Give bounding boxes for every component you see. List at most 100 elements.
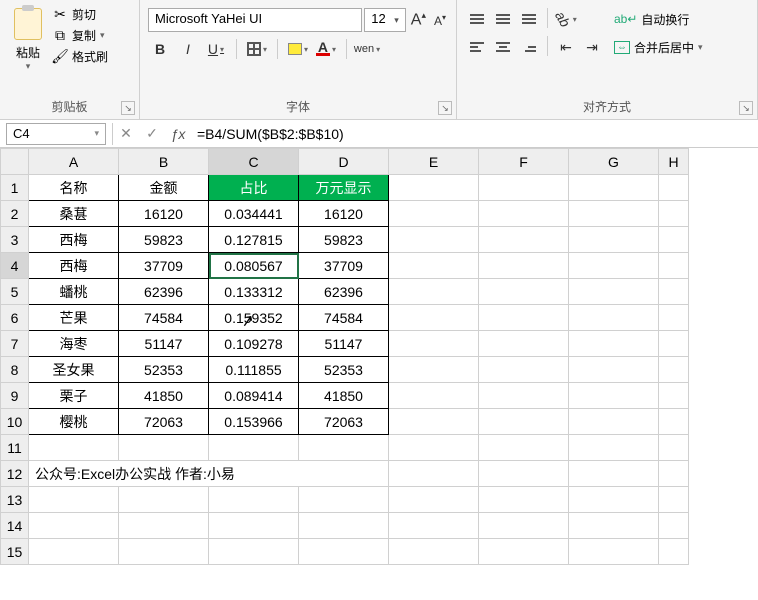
cell-A12[interactable]: 公众号:Excel办公实战 作者:小易 xyxy=(29,461,389,487)
cell-H8[interactable] xyxy=(659,357,689,383)
cell-G8[interactable] xyxy=(569,357,659,383)
cell-G15[interactable] xyxy=(569,539,659,565)
cell-B8[interactable]: 52353 xyxy=(119,357,209,383)
cell-F15[interactable] xyxy=(479,539,569,565)
cell-G6[interactable] xyxy=(569,305,659,331)
cell-A5[interactable]: 蟠桃 xyxy=(29,279,119,305)
cell-E2[interactable] xyxy=(389,201,479,227)
cell-F9[interactable] xyxy=(479,383,569,409)
cell-C3[interactable]: 0.127815 xyxy=(209,227,299,253)
cell-D7[interactable]: 51147 xyxy=(299,331,389,357)
cell-C4[interactable]: 0.080567 xyxy=(209,253,299,279)
cell-H3[interactable] xyxy=(659,227,689,253)
cell-D14[interactable] xyxy=(299,513,389,539)
cell-H9[interactable] xyxy=(659,383,689,409)
cell-C13[interactable] xyxy=(209,487,299,513)
format-painter-button[interactable]: 🖌 格式刷 xyxy=(52,48,108,65)
cell-A1[interactable]: 名称 xyxy=(29,175,119,201)
cell-D13[interactable] xyxy=(299,487,389,513)
cell-H5[interactable] xyxy=(659,279,689,305)
cell-D6[interactable]: 74584 xyxy=(299,305,389,331)
column-header-B[interactable]: B xyxy=(119,149,209,175)
align-top-button[interactable] xyxy=(465,8,489,30)
cell-A6[interactable]: 芒果 xyxy=(29,305,119,331)
italic-button[interactable]: I xyxy=(176,38,200,60)
cell-D1[interactable]: 万元显示 xyxy=(299,175,389,201)
cell-H13[interactable] xyxy=(659,487,689,513)
bold-button[interactable]: B xyxy=(148,38,172,60)
merge-center-button[interactable]: ⇔ 合并后居中 ▾ xyxy=(610,36,707,58)
cell-A2[interactable]: 桑葚 xyxy=(29,201,119,227)
cell-H14[interactable] xyxy=(659,513,689,539)
cell-F5[interactable] xyxy=(479,279,569,305)
cell-E1[interactable] xyxy=(389,175,479,201)
confirm-formula-button[interactable]: ✓ xyxy=(139,125,165,142)
copy-button[interactable]: ⧉ 复制 ▾ xyxy=(52,27,108,44)
cell-G10[interactable] xyxy=(569,409,659,435)
cell-E3[interactable] xyxy=(389,227,479,253)
cell-B4[interactable]: 37709 xyxy=(119,253,209,279)
column-header-H[interactable]: H xyxy=(659,149,689,175)
cell-B9[interactable]: 41850 xyxy=(119,383,209,409)
cell-D4[interactable]: 37709 xyxy=(299,253,389,279)
row-header-11[interactable]: 11 xyxy=(1,435,29,461)
font-size-select[interactable]: 12 xyxy=(364,8,406,32)
cell-B2[interactable]: 16120 xyxy=(119,201,209,227)
cell-D3[interactable]: 59823 xyxy=(299,227,389,253)
cell-E4[interactable] xyxy=(389,253,479,279)
cell-G2[interactable] xyxy=(569,201,659,227)
cell-C6[interactable]: 0.159352 xyxy=(209,305,299,331)
cell-F2[interactable] xyxy=(479,201,569,227)
cell-A13[interactable] xyxy=(29,487,119,513)
font-color-button[interactable]: A xyxy=(314,38,338,60)
cell-D11[interactable] xyxy=(299,435,389,461)
cell-C8[interactable]: 0.111855 xyxy=(209,357,299,383)
cell-C2[interactable]: 0.034441 xyxy=(209,201,299,227)
select-all-corner[interactable] xyxy=(1,149,29,175)
align-bottom-button[interactable] xyxy=(517,8,541,30)
cell-E9[interactable] xyxy=(389,383,479,409)
decrease-font-button[interactable]: A▾ xyxy=(432,13,448,28)
cell-A15[interactable] xyxy=(29,539,119,565)
cell-B7[interactable]: 51147 xyxy=(119,331,209,357)
cell-D10[interactable]: 72063 xyxy=(299,409,389,435)
cell-A7[interactable]: 海枣 xyxy=(29,331,119,357)
cell-C7[interactable]: 0.109278 xyxy=(209,331,299,357)
cell-E13[interactable] xyxy=(389,487,479,513)
cell-D5[interactable]: 62396 xyxy=(299,279,389,305)
row-header-15[interactable]: 15 xyxy=(1,539,29,565)
align-center-button[interactable] xyxy=(491,36,515,58)
cell-B13[interactable] xyxy=(119,487,209,513)
cell-H7[interactable] xyxy=(659,331,689,357)
column-header-G[interactable]: G xyxy=(569,149,659,175)
clipboard-launcher[interactable]: ↘ xyxy=(121,101,135,115)
cell-G4[interactable] xyxy=(569,253,659,279)
font-name-select[interactable]: Microsoft YaHei UI xyxy=(148,8,362,32)
cell-B11[interactable] xyxy=(119,435,209,461)
cell-F6[interactable] xyxy=(479,305,569,331)
cell-F8[interactable] xyxy=(479,357,569,383)
cell-H6[interactable] xyxy=(659,305,689,331)
cell-H12[interactable] xyxy=(659,461,689,487)
row-header-5[interactable]: 5 xyxy=(1,279,29,305)
fill-color-button[interactable] xyxy=(286,38,310,60)
cell-D8[interactable]: 52353 xyxy=(299,357,389,383)
cut-button[interactable]: ✂ 剪切 xyxy=(52,6,108,23)
cell-D2[interactable]: 16120 xyxy=(299,201,389,227)
row-header-9[interactable]: 9 xyxy=(1,383,29,409)
column-header-C[interactable]: C xyxy=(209,149,299,175)
cell-H4[interactable] xyxy=(659,253,689,279)
cell-G5[interactable] xyxy=(569,279,659,305)
cell-E12[interactable] xyxy=(389,461,479,487)
cell-C9[interactable]: 0.089414 xyxy=(209,383,299,409)
border-button[interactable] xyxy=(245,38,269,60)
cell-H11[interactable] xyxy=(659,435,689,461)
cell-G11[interactable] xyxy=(569,435,659,461)
cell-E10[interactable] xyxy=(389,409,479,435)
cell-A14[interactable] xyxy=(29,513,119,539)
cell-A10[interactable]: 樱桃 xyxy=(29,409,119,435)
cell-B3[interactable]: 59823 xyxy=(119,227,209,253)
cell-E14[interactable] xyxy=(389,513,479,539)
align-right-button[interactable] xyxy=(517,36,541,58)
cell-E11[interactable] xyxy=(389,435,479,461)
